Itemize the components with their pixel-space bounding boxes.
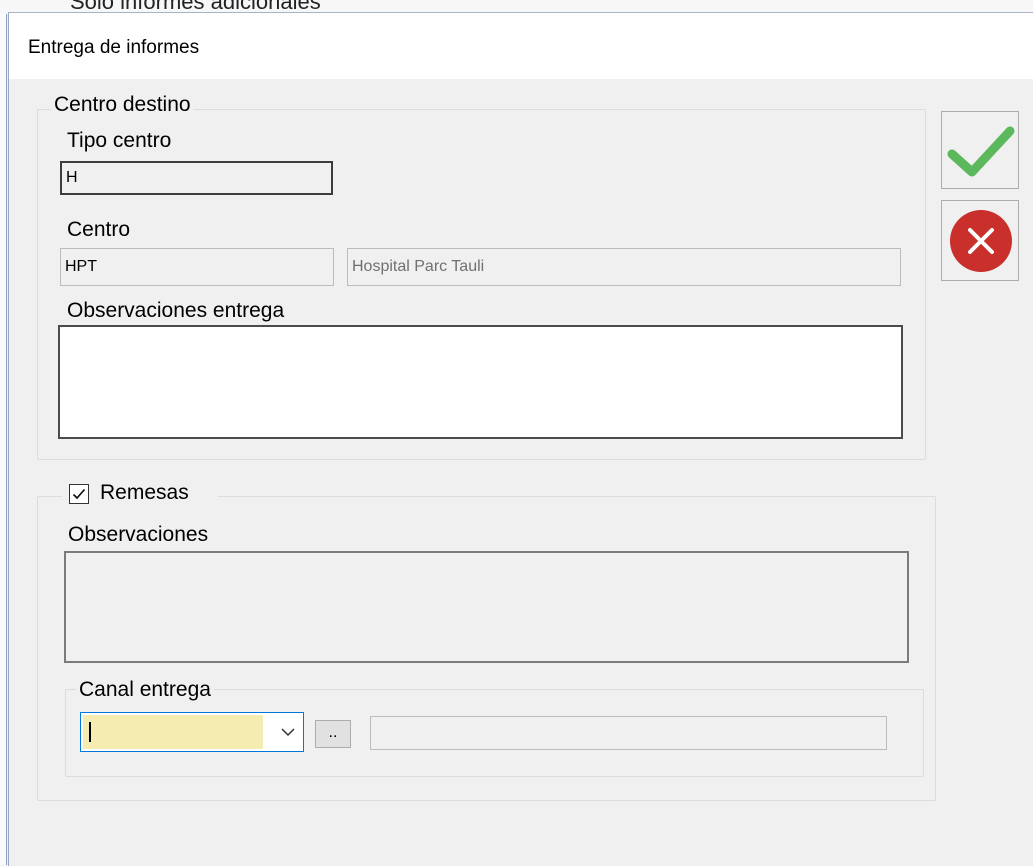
red-circle-x-icon	[950, 210, 1012, 272]
title-bar: Entrega de informes	[9, 13, 1033, 79]
canal-entrega-description-field	[370, 716, 887, 750]
centro-name-field: Hospital Parc Tauli	[347, 248, 901, 286]
tipo-centro-label: Tipo centro	[67, 129, 172, 152]
entrega-informes-dialog: Entrega de informes Centro destino Tipo …	[8, 12, 1033, 866]
observaciones-textarea[interactable]	[64, 551, 909, 663]
canal-entrega-browse-button[interactable]: ..	[315, 720, 351, 748]
canal-entrega-combobox[interactable]	[80, 712, 304, 752]
chevron-down-icon[interactable]	[279, 722, 297, 742]
remesas-checkbox[interactable]	[69, 484, 89, 504]
observaciones-label: Observaciones	[68, 523, 209, 546]
tipo-centro-value: H	[66, 169, 78, 186]
observaciones-entrega-textarea[interactable]	[58, 325, 903, 439]
remesas-legend: Remesas	[62, 479, 218, 509]
centro-code-value: HPT	[65, 258, 97, 275]
observaciones-entrega-label: Observaciones entrega	[67, 299, 285, 322]
text-caret	[89, 722, 91, 742]
dialog-title: Entrega de informes	[28, 37, 200, 58]
green-checkmark-icon	[947, 126, 1015, 177]
accept-button[interactable]	[941, 111, 1019, 189]
tipo-centro-field[interactable]: H	[60, 161, 333, 195]
cancel-button[interactable]	[941, 200, 1019, 281]
remesas-checkbox-label[interactable]: Remesas	[100, 481, 189, 505]
checkmark-icon	[72, 488, 86, 500]
centro-code-field[interactable]: HPT	[60, 248, 334, 286]
canal-entrega-legend: Canal entrega	[76, 678, 214, 702]
centro-destino-legend: Centro destino	[51, 93, 194, 117]
centro-label: Centro	[67, 218, 131, 241]
canal-entrega-input[interactable]	[83, 715, 263, 749]
centro-name-value: Hospital Parc Tauli	[352, 258, 485, 275]
background-window-edge	[0, 14, 7, 865]
